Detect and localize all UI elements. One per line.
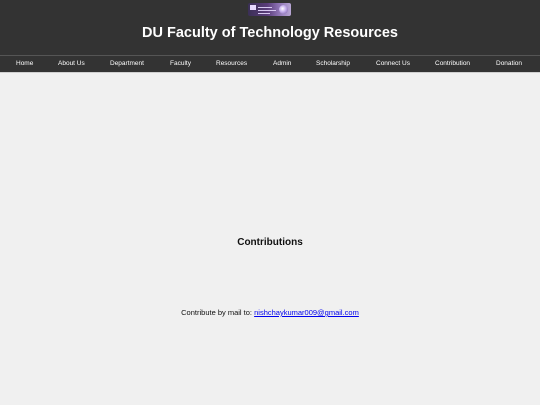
logo-swirl bbox=[279, 5, 288, 14]
contribute-line: Contribute by mail to: nishchaykumar009@… bbox=[0, 308, 540, 318]
nav-item-admin[interactable]: Admin bbox=[273, 56, 291, 72]
site-title: DU Faculty of Technology Resources bbox=[142, 25, 398, 41]
logo-line bbox=[258, 10, 276, 11]
main-nav: Home About Us Department Faculty Resourc… bbox=[0, 55, 540, 73]
contribute-text: Contribute by mail to: bbox=[181, 308, 253, 317]
page-heading: Contributions bbox=[237, 237, 303, 248]
nav-item-connect-us[interactable]: Connect Us bbox=[376, 56, 410, 72]
nav-item-faculty[interactable]: Faculty bbox=[170, 56, 191, 72]
du-fot-logo-icon[interactable] bbox=[248, 3, 291, 16]
logo-line bbox=[258, 13, 270, 14]
logo-line bbox=[258, 7, 272, 8]
contribute-email-link[interactable]: nishchaykumar009@gmail.com bbox=[254, 308, 359, 317]
nav-item-home[interactable]: Home bbox=[16, 56, 33, 72]
nav-item-scholarship[interactable]: Scholarship bbox=[316, 56, 350, 72]
nav-item-about-us[interactable]: About Us bbox=[58, 56, 85, 72]
nav-item-donation[interactable]: Donation bbox=[496, 56, 522, 72]
nav-item-contribution[interactable]: Contribution bbox=[435, 56, 470, 72]
logo-mark bbox=[250, 5, 256, 10]
nav-item-resources[interactable]: Resources bbox=[216, 56, 247, 72]
site-header: DU Faculty of Technology Resources bbox=[0, 0, 540, 55]
nav-item-department[interactable]: Department bbox=[110, 56, 144, 72]
